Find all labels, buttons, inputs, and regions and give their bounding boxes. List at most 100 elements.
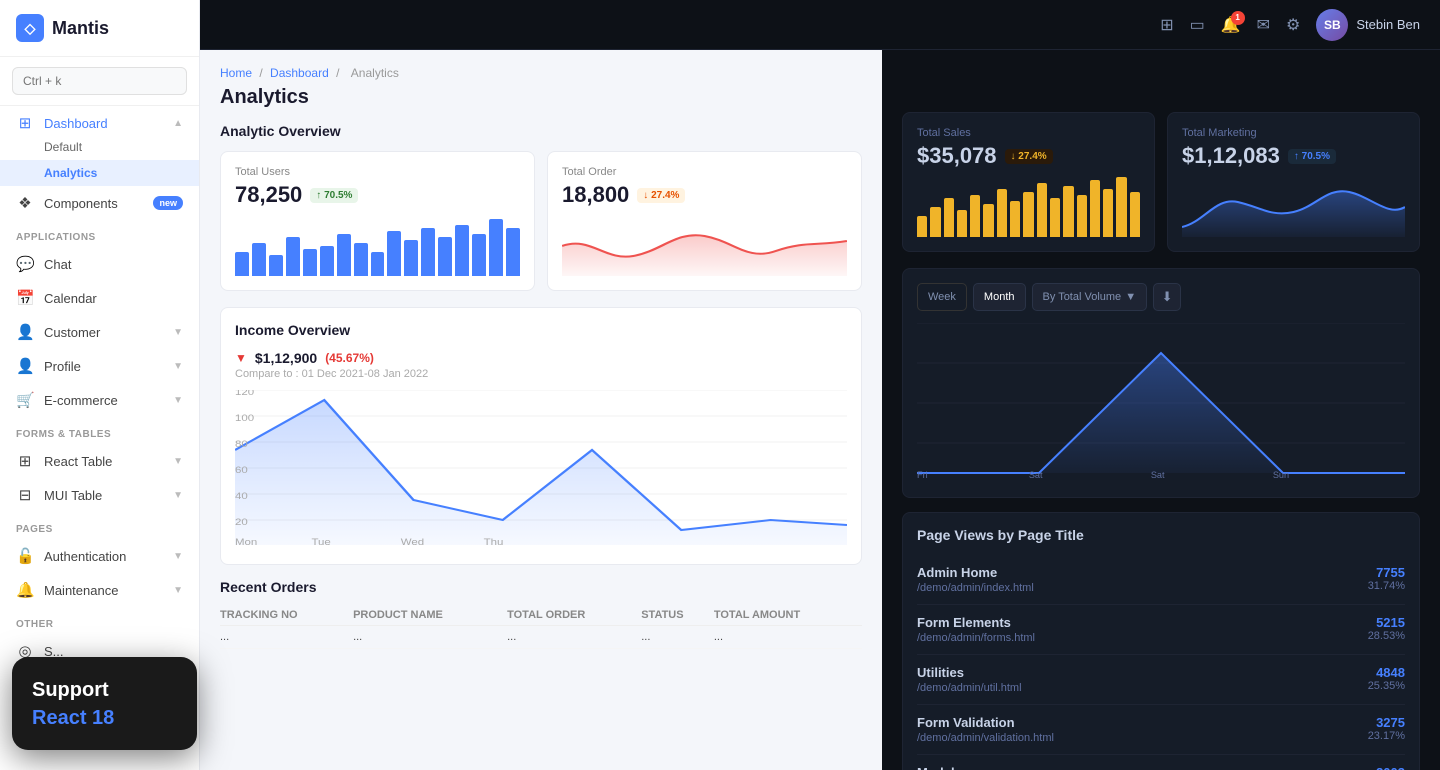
pv-row-4: Form Validation /demo/admin/validation.h…	[917, 705, 1405, 755]
dark-stat-card-marketing: Total Marketing $1,12,083 ↑ 70.5%	[1167, 112, 1420, 252]
chevron-down-icon-2: ▼	[173, 361, 183, 372]
search-input[interactable]	[12, 67, 187, 95]
pv-url-2: /demo/admin/forms.html	[917, 632, 1035, 644]
dark-stat-label-sales: Total Sales	[917, 127, 1140, 139]
maintenance-icon: 🔔	[16, 581, 34, 599]
svg-text:Sat: Sat	[1029, 470, 1043, 480]
profile-icon: 👤	[16, 357, 34, 375]
sidebar-search-container	[0, 57, 199, 106]
avatar: SB	[1316, 9, 1348, 41]
pv-row-5: Modals /demo/admin/modals.html 3003 22.2…	[917, 755, 1405, 770]
breadcrumb-dashboard[interactable]: Dashboard	[270, 66, 329, 80]
sidebar-item-ecommerce[interactable]: 🛒 E-commerce ▼	[0, 383, 199, 417]
recent-orders: Recent Orders TRACKING NO PRODUCT NAME T…	[220, 579, 862, 649]
pv-title-2: Form Elements	[917, 615, 1035, 630]
section-other: Other	[0, 607, 199, 634]
col-total-order: TOTAL ORDER	[507, 605, 641, 626]
income-title: Income Overview	[235, 322, 847, 338]
sidebar-item-components[interactable]: ❖ Components new	[0, 186, 199, 220]
dark-stat-label-marketing: Total Marketing	[1182, 127, 1405, 139]
breadcrumb-current: Analytics	[351, 66, 399, 80]
svg-text:Fri: Fri	[917, 470, 928, 480]
col-status: STATUS	[641, 605, 714, 626]
stat-label-orders: Total Order	[562, 166, 847, 178]
page-views-list: Admin Home /demo/admin/index.html 7755 3…	[917, 555, 1405, 770]
chevron-down-icon: ▼	[173, 327, 183, 338]
react-popup[interactable]: Support React 18	[12, 657, 197, 750]
sidebar-item-chat[interactable]: 💬 Chat	[0, 247, 199, 281]
download-btn[interactable]: ⬇	[1153, 283, 1181, 311]
dashboard-icon: ⊞	[16, 114, 34, 132]
pv-count-4: 3275	[1368, 715, 1405, 730]
pv-pct-3: 25.35%	[1368, 680, 1405, 692]
auth-icon: 🔓	[16, 547, 34, 565]
card-icon[interactable]: ▭	[1190, 15, 1205, 35]
table-row: ...............	[220, 626, 862, 649]
sidebar: ◇ Mantis ⊞ Dashboard ▲ Default Analytics…	[0, 0, 200, 770]
stat-badge-orders: ↓ 27.4%	[637, 188, 685, 203]
svg-text:20: 20	[235, 518, 248, 528]
chart-week-btn[interactable]: Week	[917, 283, 967, 311]
stat-cards-light: Total Users 78,250 ↑ 70.5%	[220, 151, 862, 291]
sidebar-item-dashboard[interactable]: ⊞ Dashboard ▲	[0, 106, 199, 134]
components-icon: ❖	[16, 194, 34, 212]
sales-bar-chart	[917, 177, 1140, 237]
sidebar-item-customer[interactable]: 👤 Customer ▼	[0, 315, 199, 349]
bell-icon[interactable]: 🔔 1	[1221, 15, 1241, 35]
sidebar-item-analytics[interactable]: Analytics	[0, 160, 199, 186]
pv-count-1: 7755	[1368, 565, 1405, 580]
pv-pct-2: 28.53%	[1368, 630, 1405, 642]
chevron-down-icon-4: ▼	[173, 456, 183, 467]
components-badge: new	[153, 196, 183, 210]
sidebar-item-default[interactable]: Default	[0, 134, 199, 160]
dark-stat-badge-marketing: ↑ 70.5%	[1288, 149, 1336, 164]
chart-volume-select[interactable]: By Total Volume ▼	[1032, 283, 1148, 311]
pv-title-5: Modals	[917, 765, 1043, 770]
chevron-down-icon-3: ▼	[173, 395, 183, 406]
sidebar-item-maintenance[interactable]: 🔔 Maintenance ▼	[0, 573, 199, 607]
sidebar-item-react-table[interactable]: ⊞ React Table ▼	[0, 444, 199, 478]
dark-stat-cards: Total Sales $35,078 ↓ 27.4%	[902, 112, 1420, 252]
users-bar-chart	[235, 216, 520, 276]
mui-table-icon: ⊟	[16, 486, 34, 504]
section-forms: Forms & Tables	[0, 417, 199, 444]
pv-title-3: Utilities	[917, 665, 1022, 680]
svg-text:120: 120	[235, 390, 254, 398]
breadcrumb-home[interactable]: Home	[220, 66, 252, 80]
dark-stat-value-marketing: $1,12,083	[1182, 143, 1280, 169]
sidebar-item-calendar[interactable]: 📅 Calendar	[0, 281, 199, 315]
pv-pct-1: 31.74%	[1368, 580, 1405, 592]
main-area: ⊞ ▭ 🔔 1 ✉ ⚙ SB Stebin Ben Home / Dashboa…	[200, 0, 1440, 770]
stat-value-orders: 18,800	[562, 182, 629, 208]
breadcrumb: Home / Dashboard / Analytics	[220, 66, 862, 80]
pv-url-3: /demo/admin/util.html	[917, 682, 1022, 694]
grid-icon[interactable]: ⊞	[1160, 15, 1173, 35]
svg-text:Mon: Mon	[235, 538, 258, 548]
orders-table: TRACKING NO PRODUCT NAME TOTAL ORDER STA…	[220, 605, 862, 649]
username: Stebin Ben	[1356, 17, 1420, 32]
user-menu[interactable]: SB Stebin Ben	[1316, 9, 1420, 41]
app-name: Mantis	[52, 18, 109, 39]
pv-count-2: 5215	[1368, 615, 1405, 630]
svg-text:Tue: Tue	[312, 538, 332, 548]
ecommerce-icon: 🛒	[16, 391, 34, 409]
page-views-card: Page Views by Page Title Admin Home /dem…	[902, 512, 1420, 770]
mail-icon[interactable]: ✉	[1257, 15, 1270, 35]
pv-row-2: Form Elements /demo/admin/forms.html 521…	[917, 605, 1405, 655]
calendar-icon: 📅	[16, 289, 34, 307]
analytic-overview-title: Analytic Overview	[220, 123, 862, 139]
sidebar-item-profile[interactable]: 👤 Profile ▼	[0, 349, 199, 383]
gear-icon[interactable]: ⚙	[1286, 15, 1300, 35]
chevron-down-icon-6: ▼	[173, 551, 183, 562]
stat-value-users: 78,250	[235, 182, 302, 208]
sidebar-item-mui-table[interactable]: ⊟ MUI Table ▼	[0, 478, 199, 512]
stat-label-users: Total Users	[235, 166, 520, 178]
chart-month-btn[interactable]: Month	[973, 283, 1026, 311]
pv-count-5: 3003	[1368, 765, 1405, 770]
pv-title-4: Form Validation	[917, 715, 1054, 730]
dark-panel: Total Sales $35,078 ↓ 27.4%	[882, 50, 1440, 770]
popup-line1: Support	[32, 677, 177, 703]
sidebar-item-auth[interactable]: 🔓 Authentication ▼	[0, 539, 199, 573]
pv-pct-4: 23.17%	[1368, 730, 1405, 742]
sidebar-logo[interactable]: ◇ Mantis	[0, 0, 199, 57]
